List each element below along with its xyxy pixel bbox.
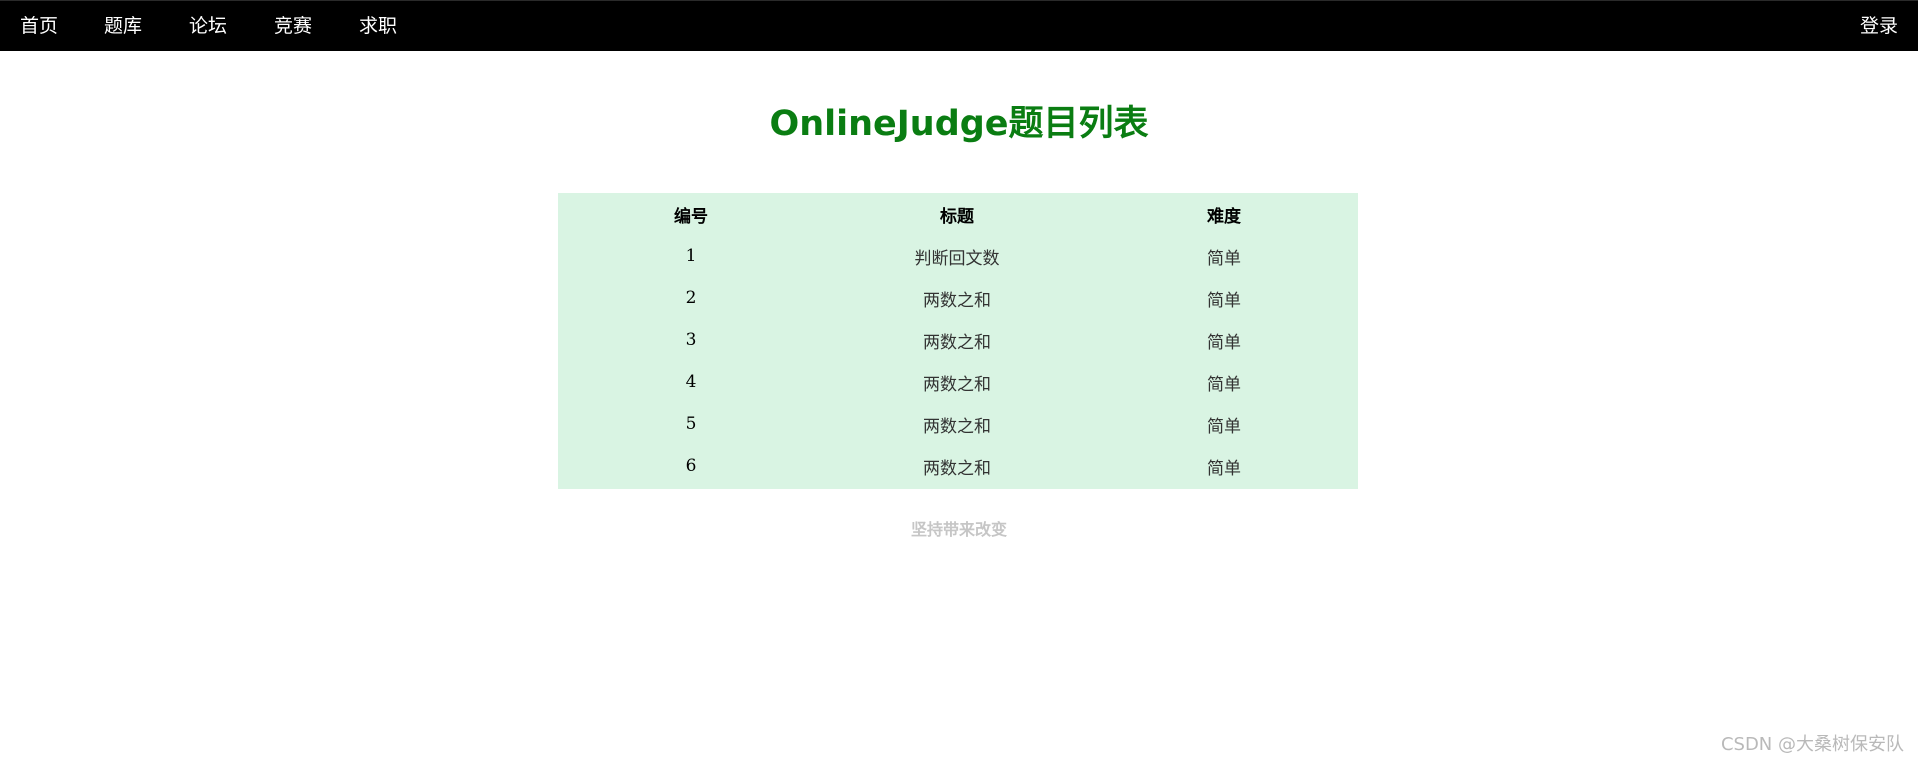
nav-item-forum[interactable]: 论坛 (189, 14, 227, 38)
nav-item-jobs[interactable]: 求职 (359, 14, 397, 38)
problem-id: 5 (685, 414, 697, 434)
problem-difficulty: 简单 (1207, 332, 1241, 353)
table-row[interactable]: 6 两数之和 简单 (558, 445, 1358, 487)
table-row[interactable]: 3 两数之和 简单 (558, 319, 1358, 361)
problem-id: 6 (685, 456, 697, 476)
problem-difficulty: 简单 (1207, 290, 1241, 311)
page-title: OnlineJudge题目列表 (769, 104, 1149, 144)
top-nav-bar: 首页 题库 论坛 竞赛 求职 登录 (0, 0, 1918, 51)
footer-slogan: 坚持带来改变 (910, 520, 1007, 539)
table-row[interactable]: 1 判断回文数 简单 (558, 235, 1358, 277)
table-row[interactable]: 4 两数之和 简单 (558, 361, 1358, 403)
problem-id: 3 (685, 330, 697, 350)
problem-title-link[interactable]: 两数之和 (824, 403, 1090, 445)
problem-id: 1 (685, 246, 697, 266)
problem-id: 2 (685, 288, 697, 308)
column-header-difficulty: 难度 (1207, 206, 1241, 227)
problem-title-link[interactable]: 两数之和 (824, 277, 1090, 319)
problem-title-link[interactable]: 两数之和 (824, 445, 1090, 487)
column-header-id: 编号 (674, 206, 708, 227)
nav-item-contest[interactable]: 竞赛 (274, 14, 312, 38)
problem-difficulty: 简单 (1207, 416, 1241, 437)
nav-item-home[interactable]: 首页 (20, 14, 58, 38)
nav-item-problems[interactable]: 题库 (104, 14, 142, 38)
problem-table-container: 编号 标题 难度 1 判断回文数 简单 2 两数之和 简单 3 两数之和 简单 (558, 193, 1358, 489)
column-header-title: 标题 (940, 206, 974, 227)
table-row[interactable]: 2 两数之和 简单 (558, 277, 1358, 319)
problem-difficulty: 简单 (1207, 248, 1241, 269)
problem-title-link[interactable]: 两数之和 (824, 319, 1090, 361)
login-link[interactable]: 登录 (1860, 14, 1898, 38)
table-header-row: 编号 标题 难度 (558, 193, 1358, 235)
table-row[interactable]: 5 两数之和 简单 (558, 403, 1358, 445)
problem-title-link[interactable]: 两数之和 (824, 361, 1090, 403)
problem-title-link[interactable]: 判断回文数 (824, 235, 1090, 277)
problem-difficulty: 简单 (1207, 374, 1241, 395)
problem-id: 4 (685, 372, 697, 392)
csdn-watermark: CSDN @大桑树保安队 (1720, 734, 1904, 755)
problem-difficulty: 简单 (1207, 458, 1241, 479)
problem-table: 编号 标题 难度 1 判断回文数 简单 2 两数之和 简单 3 两数之和 简单 (558, 193, 1358, 487)
